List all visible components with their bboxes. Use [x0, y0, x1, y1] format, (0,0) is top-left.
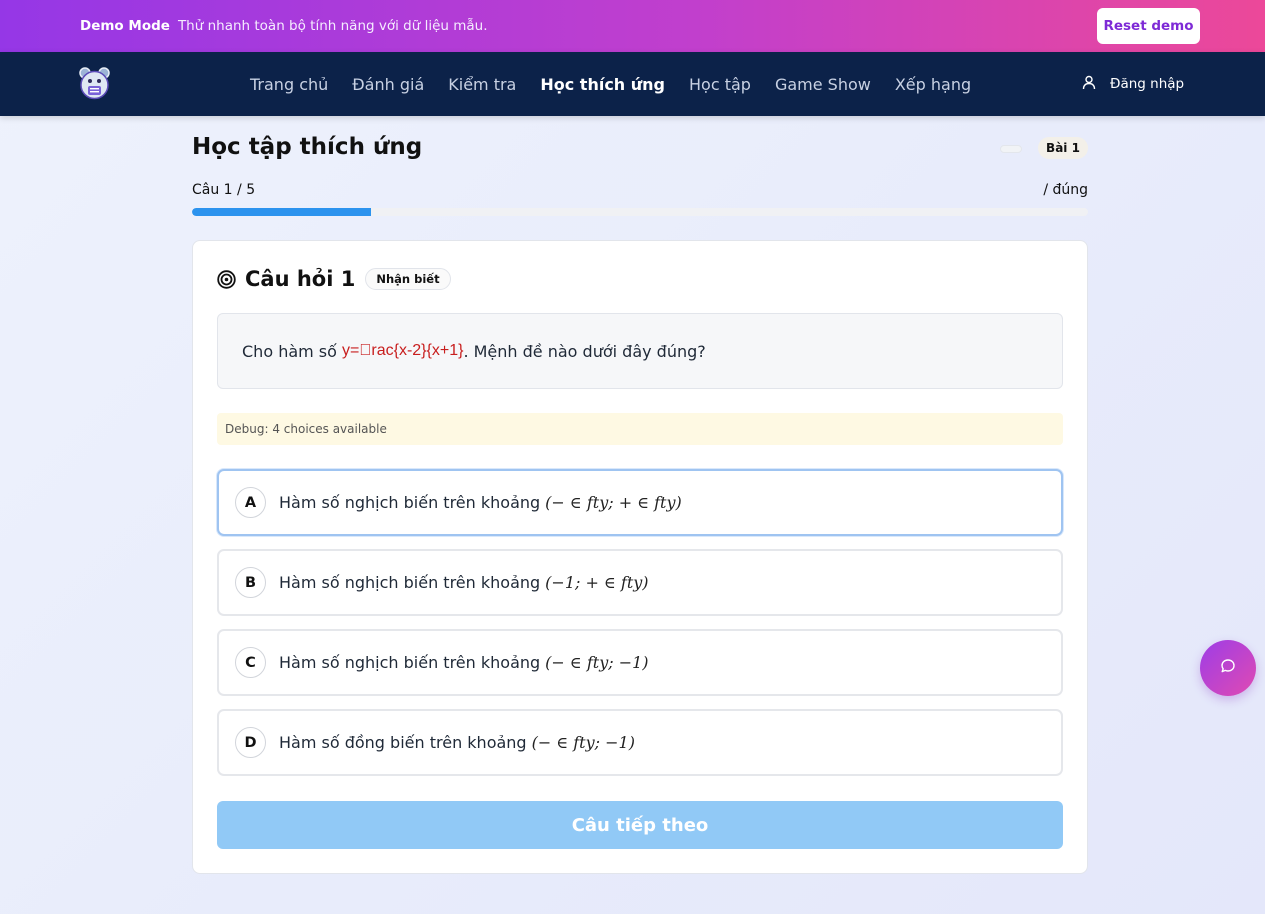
question-text: Cho hàm số y= rac{x-2}{x+1}. Mệnh đề nào…: [217, 313, 1063, 389]
choice-c[interactable]: C Hàm số nghịch biến trên khoảng (− ∈ ft…: [217, 629, 1063, 696]
nav-item-test[interactable]: Kiểm tra: [448, 75, 516, 94]
choice-math: (− ∈ fty; −1): [545, 653, 649, 672]
next-question-button[interactable]: Câu tiếp theo: [217, 801, 1063, 849]
question-prefix: Cho hàm số: [242, 341, 337, 361]
choice-letter: C: [235, 647, 266, 678]
choice-letter: B: [235, 567, 266, 598]
nav-item-assessment[interactable]: Đánh giá: [352, 75, 424, 94]
choice-b[interactable]: B Hàm số nghịch biến trên khoảng (−1; + …: [217, 549, 1063, 616]
nav-item-game-show[interactable]: Game Show: [775, 75, 871, 94]
progress-fill: [192, 208, 372, 216]
question-suffix: . Mệnh đề nào dưới đây đúng?: [463, 341, 706, 361]
choice-text: Hàm số nghịch biến trên khoảng: [279, 493, 541, 512]
page-title: Học tập thích ứng: [192, 134, 423, 160]
chat-icon: [1220, 658, 1236, 678]
demo-title: Demo Mode: [80, 18, 170, 34]
choice-a[interactable]: A Hàm số nghịch biến trên khoảng (− ∈ ft…: [217, 469, 1063, 536]
nav-links: Trang chủ Đánh giá Kiểm tra Học thích ứn…: [250, 52, 971, 116]
choice-letter: D: [235, 727, 266, 758]
demo-banner: Demo Mode Thử nhanh toàn bộ tính năng vớ…: [0, 0, 1265, 52]
target-icon: [217, 269, 236, 289]
choice-math: (− ∈ fty; −1): [531, 733, 635, 752]
choice-d[interactable]: D Hàm số đồng biến trên khoảng (− ∈ fty;…: [217, 709, 1063, 776]
lesson-badge: Bài 1: [1038, 137, 1088, 159]
login-label: Đăng nhập: [1110, 76, 1185, 92]
nav-item-home[interactable]: Trang chủ: [250, 75, 328, 94]
login-button[interactable]: Đăng nhập: [1082, 52, 1184, 116]
main-nav: Trang chủ Đánh giá Kiểm tra Học thích ứn…: [0, 52, 1265, 116]
correct-count-label: / đúng: [1043, 182, 1088, 198]
reset-demo-button[interactable]: Reset demo: [1097, 8, 1200, 44]
demo-text: Thử nhanh toàn bộ tính năng với dữ liệu …: [177, 18, 488, 34]
question-card: Câu hỏi 1 Nhận biết Cho hàm số y= rac{x-…: [192, 240, 1088, 874]
choice-text: Hàm số nghịch biến trên khoảng: [279, 653, 541, 672]
nav-item-study[interactable]: Học tập: [689, 75, 751, 94]
choice-text: Hàm số nghịch biến trên khoảng: [279, 573, 541, 592]
mascot-logo-icon[interactable]: [79, 67, 110, 101]
choice-math: (−1; + ∈ fty): [545, 573, 649, 592]
nav-item-adaptive-learning[interactable]: Học thích ứng: [540, 75, 665, 94]
user-icon: [1082, 75, 1096, 94]
nav-item-leaderboard[interactable]: Xếp hạng: [895, 75, 971, 94]
choice-letter: A: [235, 487, 266, 518]
progress-bar: [192, 208, 1088, 216]
choice-math: (− ∈ fty; + ∈ fty): [545, 493, 682, 512]
difficulty-badge: Nhận biết: [365, 268, 451, 290]
question-title: Câu hỏi 1: [245, 267, 356, 291]
question-formula: y= rac{x-2}{x+1}: [342, 342, 464, 359]
debug-note: Debug: 4 choices available: [217, 413, 1063, 445]
choice-text: Hàm số đồng biến trên khoảng: [279, 733, 527, 752]
empty-pill: [1000, 145, 1022, 153]
question-header: Câu hỏi 1 Nhận biết: [217, 265, 451, 293]
chat-button[interactable]: [1200, 640, 1256, 696]
progress-label: Câu 1 / 5: [192, 182, 256, 198]
